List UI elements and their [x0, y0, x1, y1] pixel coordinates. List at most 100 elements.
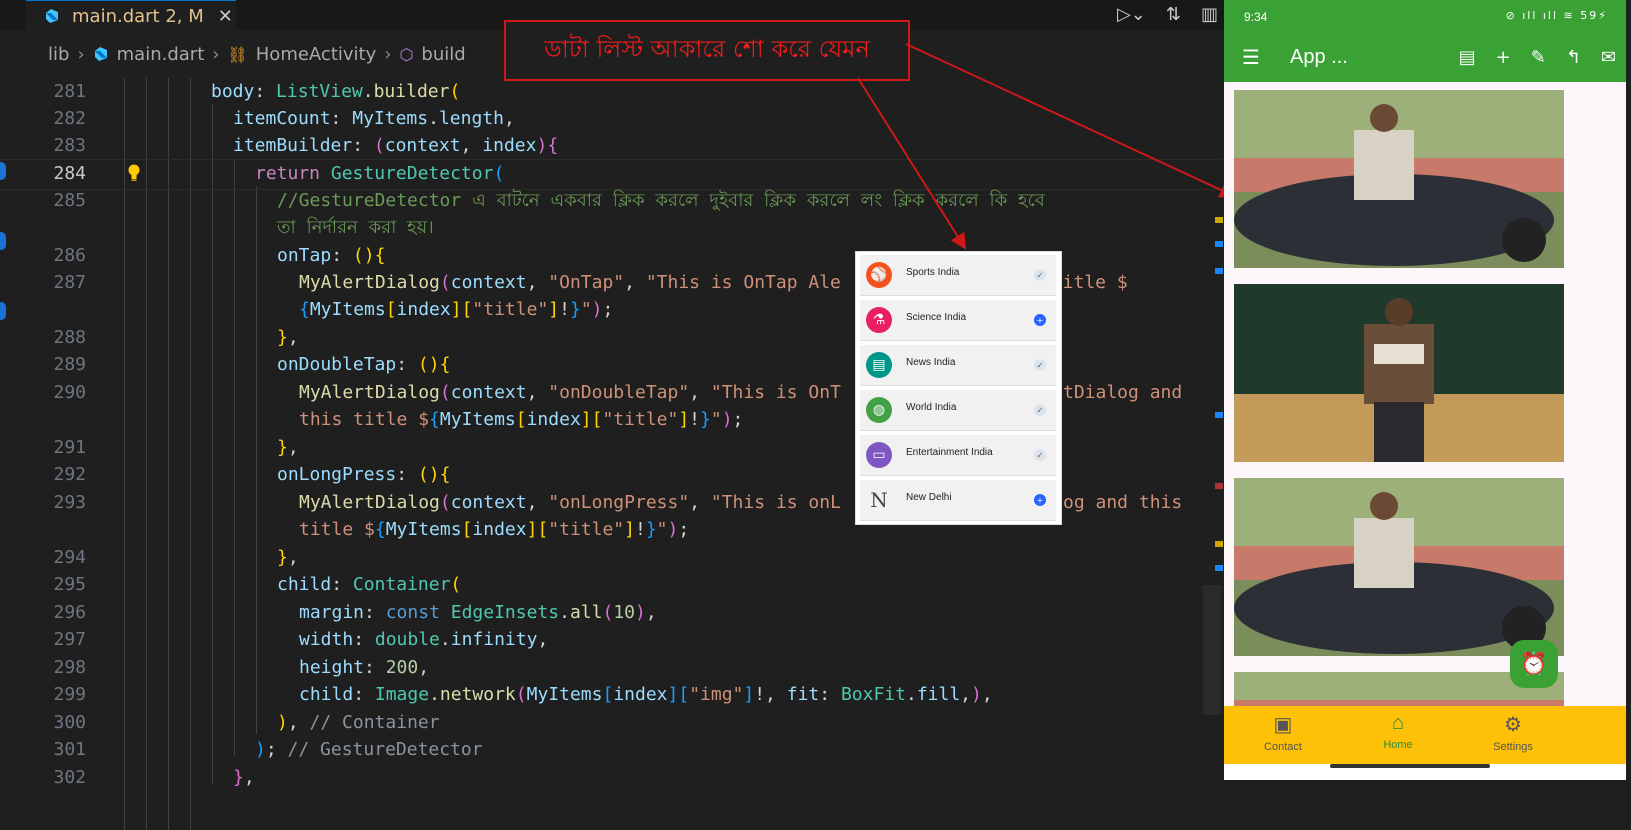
source-control-icon[interactable]: ⇅	[1166, 4, 1181, 25]
nav-contact[interactable]: ▣ Contact	[1228, 712, 1338, 753]
code-line: {MyItems[index]["title"]!}");	[0, 296, 1276, 323]
app-bar-actions: ▤ + ✎ ↰ ✉	[1459, 47, 1616, 68]
line-number: 300	[53, 712, 86, 733]
chevron-right-icon: ›	[384, 43, 392, 65]
share-icon[interactable]: ↰	[1566, 47, 1581, 68]
code-text: itemBuilder: (context, index){	[233, 135, 559, 156]
code-line: 292 onLongPress: (){	[0, 461, 1276, 488]
code-text: ); // GestureDetector	[255, 739, 483, 760]
breadcrumb-class[interactable]: HomeActivity	[256, 44, 376, 65]
comment-icon[interactable]: ▤	[1459, 47, 1476, 68]
settings-icon: ⚙	[1504, 714, 1522, 736]
check-icon[interactable]: ✓	[1034, 404, 1046, 416]
code-text: },	[277, 327, 299, 348]
line-number: 281	[53, 81, 86, 102]
newspaper-letter-icon: N	[870, 488, 888, 512]
line-number: 286	[53, 245, 86, 266]
line-number: 302	[53, 767, 86, 788]
code-text: MyAlertDialog(context, "OnTap", "This is…	[299, 272, 841, 293]
add-icon[interactable]: +	[1496, 47, 1511, 68]
list-item[interactable]: ⚗ Science India +	[860, 300, 1056, 341]
list-item-label: New Delhi	[906, 492, 952, 503]
scrollbar[interactable]	[1203, 585, 1221, 715]
check-icon[interactable]: ✓	[1034, 359, 1046, 371]
list-item[interactable]: ▤ News India ✓	[860, 345, 1056, 386]
line-number: 290	[53, 382, 86, 403]
email-icon[interactable]: ✉	[1601, 47, 1616, 68]
photo	[1234, 90, 1564, 268]
list-item[interactable]: ⚾ Sports India ✓	[860, 255, 1056, 296]
list-item-label: World India	[906, 402, 957, 413]
nav-home[interactable]: ⌂ Home	[1343, 712, 1453, 751]
check-icon[interactable]: ✓	[1034, 449, 1046, 461]
nav-label: Settings	[1493, 741, 1533, 753]
code-line: তা নির্দারন করা হয়।	[0, 214, 1276, 241]
edit-icon[interactable]: ✎	[1531, 47, 1546, 68]
code-line: 286 onTap: (){	[0, 242, 1276, 269]
code-text: ), // Container	[277, 712, 440, 733]
code-line: 281 body: ListView.builder(	[0, 78, 1276, 105]
list-item[interactable]: ◍ World India ✓	[860, 390, 1056, 431]
line-number: 301	[53, 739, 86, 760]
code-text: onTap: (){	[277, 245, 386, 266]
check-icon[interactable]: ✓	[1034, 269, 1046, 281]
tab-main-dart[interactable]: main.dart 2, M ✕	[26, 0, 236, 31]
close-icon[interactable]: ✕	[218, 6, 233, 27]
code-line: 297 width: double.infinity,	[0, 626, 1276, 653]
nav-settings[interactable]: ⚙ Settings	[1458, 712, 1568, 753]
status-icons: ⊘ ıll ıll ≋ 59⚡	[1505, 9, 1608, 22]
status-time: 9:34	[1244, 10, 1268, 24]
overview-ruler-mark	[1215, 412, 1223, 418]
code-line-current: 284 return GestureDetector(	[0, 159, 1276, 190]
current-line-highlight	[0, 159, 1222, 190]
list-item[interactable]: ▭ Entertainment India ✓	[860, 435, 1056, 476]
code-text: this title ${MyItems[index]["title"]!}")…	[299, 409, 744, 430]
line-number: 299	[53, 684, 86, 705]
code-line: title ${MyItems[index]["title"]!}");	[0, 516, 1276, 543]
tab-label: main.dart 2, M	[72, 5, 204, 27]
code-line: 285 //GestureDetector এ বাটনে একবার ক্লি…	[0, 187, 1276, 214]
run-debug-icon[interactable]: ▷⌄	[1117, 4, 1146, 25]
add-icon[interactable]: +	[1034, 494, 1046, 506]
code-editor: main.dart 2, M ✕ ▷⌄ ⇅ ▥ ⋯ lib › main.dar…	[0, 0, 1276, 830]
line-number: 287	[53, 272, 86, 293]
menu-icon[interactable]: ☰	[1242, 45, 1260, 69]
line-number: 297	[53, 629, 86, 650]
code-text: height: 200,	[299, 657, 430, 678]
science-icon: ⚗	[866, 307, 892, 333]
code-line: 287 MyAlertDialog(context, "OnTap", "Thi…	[0, 269, 1276, 296]
alarm-fab[interactable]: ⏰	[1510, 640, 1558, 688]
breadcrumb-file[interactable]: main.dart	[117, 44, 205, 65]
list-item-image[interactable]	[1234, 90, 1564, 268]
phone-emulator: 9:34 ⊘ ıll ıll ≋ 59⚡ ☰ App ... ▤ + ✎ ↰ ✉…	[1224, 0, 1626, 780]
lightbulb-icon[interactable]	[128, 164, 140, 182]
code-line: this title ${MyItems[index]["title"]!}")…	[0, 406, 1276, 433]
gesture-bar[interactable]	[1330, 764, 1490, 768]
code-text: onLongPress: (){	[277, 464, 451, 485]
annotation-callout: ডাটা লিস্ট আকারে শো করে যেমন	[504, 20, 910, 81]
code-line: 299 child: Image.network(MyItems[index][…	[0, 681, 1276, 708]
code-text: tDialog and	[1063, 382, 1183, 403]
overview-ruler-mark	[1215, 565, 1223, 571]
line-number: 282	[53, 108, 86, 129]
code-line: 294 },	[0, 544, 1276, 571]
nav-label: Home	[1383, 739, 1413, 751]
image-list[interactable]	[1224, 82, 1626, 706]
list-item-image[interactable]	[1234, 478, 1564, 656]
line-number: 291	[53, 437, 86, 458]
list-item-image[interactable]	[1234, 284, 1564, 462]
breadcrumb-method[interactable]: build	[421, 44, 465, 65]
alarm-icon: ⏰	[1520, 651, 1548, 677]
list-item[interactable]: N New Delhi +	[860, 480, 1056, 521]
split-editor-icon[interactable]: ▥	[1201, 4, 1218, 25]
contact-icon: ▣	[1273, 714, 1293, 736]
breadcrumb-folder[interactable]: lib	[48, 44, 69, 65]
method-icon: ⬡	[399, 44, 414, 64]
ticket-icon: ▭	[866, 442, 892, 468]
add-icon[interactable]: +	[1034, 314, 1046, 326]
list-item-label: Sports India	[906, 267, 960, 278]
taskbar-corner	[1224, 780, 1626, 830]
code-line: 288 },	[0, 324, 1276, 351]
news-icon: ▤	[866, 352, 892, 378]
line-number: 289	[53, 354, 86, 375]
